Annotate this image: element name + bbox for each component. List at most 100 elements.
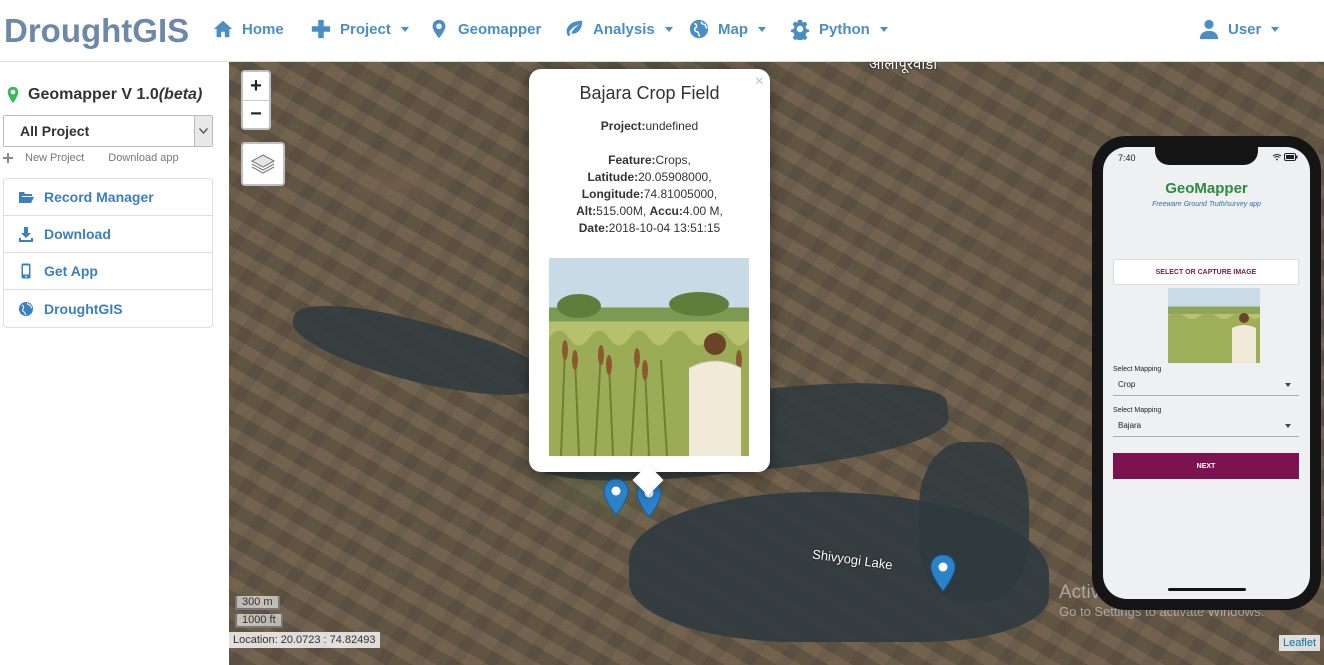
mapping-select-1[interactable]: Crop — [1113, 376, 1299, 396]
beta-tag: (beta) — [158, 86, 203, 103]
caret-down-icon — [879, 26, 888, 32]
date-label: Date: — [578, 221, 609, 235]
brand-logo[interactable]: DroughtGIS — [4, 12, 189, 50]
popup-longitude: Longitude:74.81005000, — [529, 186, 770, 203]
caret-down-icon — [1285, 424, 1291, 428]
feature-popup: × Bajara Crop Field Project:undefined Fe… — [529, 69, 770, 496]
nav-project-label: Project — [340, 20, 391, 38]
globe-icon — [689, 19, 709, 39]
globe-icon — [19, 301, 33, 316]
sidebar-item-droughtgis[interactable]: DroughtGIS — [4, 290, 212, 327]
app-title: GeoMapper — [1165, 180, 1248, 197]
scale-bar-imperial: 1000 ft — [235, 614, 283, 628]
nav-python-label: Python — [819, 20, 870, 38]
geomapper-version-title: Geomapper V 1.0(beta) — [6, 86, 202, 104]
wifi-icon — [1272, 154, 1282, 161]
mapping-select-2[interactable]: Bajara — [1113, 417, 1299, 437]
nav-user[interactable]: User — [1198, 18, 1280, 40]
battery-icon — [1284, 153, 1298, 161]
new-project-link[interactable]: New Project — [3, 152, 84, 164]
status-time: 7:40 — [1118, 153, 1136, 163]
layers-control[interactable] — [241, 142, 285, 186]
popup-altitude: Alt:515.00M, Accu:4.00 M, — [529, 203, 770, 220]
sidebar-item-label: Download — [44, 226, 111, 242]
feature-value: Crops, — [655, 153, 691, 167]
sidebar-item-label: Get App — [44, 263, 98, 279]
project-value: undefined — [645, 119, 699, 133]
alt-value: 515.00M, — [596, 204, 650, 218]
nav-home[interactable]: Home — [212, 18, 284, 40]
zoom-out-button[interactable]: − — [243, 100, 269, 128]
phone-screen: 7:40 GeoMapper Freeware Ground Truth/sur… — [1103, 147, 1310, 599]
nav-home-label: Home — [242, 20, 284, 38]
satellite-map[interactable]: आलापूरवाडी Shivyogi Lake + − 300 m 1000 … — [229, 62, 1324, 665]
caret-down-icon — [664, 26, 673, 32]
status-icons — [1272, 153, 1298, 163]
accu-value: 4.00 M, — [682, 204, 723, 218]
longitude-label: Longitude: — [581, 187, 644, 201]
sidebar-item-label: DroughtGIS — [44, 300, 123, 317]
popup-feature: Feature:Crops, — [529, 152, 770, 169]
layers-icon — [250, 154, 276, 174]
alt-label: Alt: — [576, 204, 597, 218]
leaflet-attribution-link[interactable]: Leaflet — [1278, 635, 1320, 651]
nav-map-label: Map — [718, 20, 748, 38]
home-icon — [213, 20, 233, 38]
next-button[interactable]: NEXT — [1113, 453, 1299, 479]
droughtgis-app: DroughtGIS Home Project Geomapper Analys… — [0, 0, 1324, 665]
nav-analysis-label: Analysis — [593, 20, 655, 38]
nav-project[interactable]: Project — [310, 18, 409, 40]
popup-project: Project:undefined — [529, 118, 770, 135]
sidebar-item-record-manager[interactable]: Record Manager — [4, 179, 212, 216]
project-select[interactable]: All Project — [3, 115, 213, 147]
nav-user-label: User — [1228, 20, 1262, 38]
date-value: 2018-10-04 13:51:15 — [608, 221, 721, 235]
phone-notch — [1155, 147, 1258, 165]
geomapper-title-text: Geomapper V 1.0 — [28, 86, 159, 103]
mapping-label-1: Select Mapping — [1113, 366, 1162, 373]
sidebar-item-label: Record Manager — [44, 189, 154, 205]
app-subtitle: Freeware Ground Truth/survey app — [1152, 201, 1261, 208]
river-segment — [285, 289, 553, 415]
close-icon[interactable]: × — [755, 73, 764, 91]
popup-date: Date:2018-10-04 13:51:15 — [529, 220, 770, 237]
sidebar-item-get-app[interactable]: Get App — [4, 253, 212, 290]
longitude-value: 74.81005000, — [643, 187, 718, 201]
popup-title: Bajara Crop Field — [579, 83, 720, 103]
zoom-in-button[interactable]: + — [243, 72, 269, 100]
plus-icon — [311, 19, 331, 39]
map-marker-icon[interactable] — [930, 554, 956, 592]
map-pin-icon — [432, 19, 446, 39]
popup-latitude: Latitude:20.05908000, — [529, 169, 770, 186]
scale-bar-metric: 300 m — [235, 596, 280, 610]
mapping-select-1-value: Crop — [1118, 380, 1136, 389]
folder-open-icon — [19, 192, 34, 203]
sidebar-menu: Record Manager Download Get App DroughtG… — [3, 178, 213, 328]
project-sub-links: New Project Download app — [3, 152, 179, 164]
nav-geomapper[interactable]: Geomapper — [428, 18, 541, 40]
cursor-location-readout: Location: 20.0723 : 74.82493 — [229, 632, 380, 648]
sidebar-item-download[interactable]: Download — [4, 216, 212, 253]
phone-mockup: 7:40 GeoMapper Freeware Ground Truth/sur… — [1092, 136, 1321, 610]
download-app-link[interactable]: Download app — [108, 152, 178, 164]
project-label: Project: — [600, 119, 646, 133]
captured-image-thumbnail — [1168, 288, 1260, 363]
caret-down-icon — [1271, 26, 1280, 32]
mobile-icon — [21, 263, 31, 279]
map-marker-icon[interactable] — [603, 478, 629, 516]
village-label: आलापूरवाडी — [869, 62, 938, 73]
new-project-label: New Project — [25, 152, 85, 164]
top-navbar: DroughtGIS Home Project Geomapper Analys… — [0, 0, 1324, 62]
capture-image-button[interactable]: SELECT OR CAPTURE IMAGE — [1113, 259, 1299, 285]
nav-map[interactable]: Map — [688, 18, 766, 40]
latitude-label: Latitude: — [587, 170, 639, 184]
leaf-icon — [566, 20, 583, 37]
crop-field-photo — [549, 258, 749, 456]
mapping-label-2: Select Mapping — [1113, 407, 1162, 414]
user-icon — [1199, 19, 1219, 40]
caret-down-icon — [1285, 383, 1291, 387]
nav-python[interactable]: Python — [789, 18, 888, 40]
nav-analysis[interactable]: Analysis — [563, 18, 673, 40]
caret-down-icon — [400, 26, 409, 32]
chevron-down-icon[interactable] — [194, 116, 212, 146]
